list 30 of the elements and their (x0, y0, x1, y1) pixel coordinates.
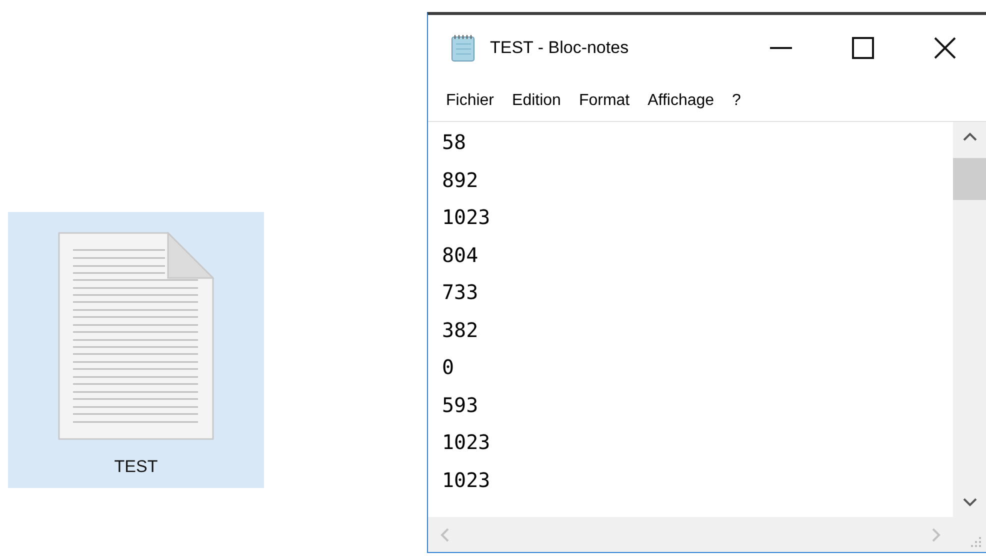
vertical-scrollbar[interactable] (953, 122, 986, 517)
text-line: 1023 (442, 204, 490, 231)
scroll-left-icon[interactable] (440, 528, 450, 542)
text-line: 1023 (442, 429, 490, 456)
scroll-thumb[interactable] (953, 158, 986, 200)
menu-item[interactable]: ? (724, 86, 749, 116)
scroll-up-icon[interactable] (962, 132, 976, 142)
menu-item[interactable]: Format (570, 86, 638, 116)
text-line: 892 (442, 166, 478, 194)
text-area[interactable]: 58 892 1023 804 733 382 0 593 1023 1023 (428, 122, 953, 517)
menu-item[interactable]: Affichage (640, 86, 722, 116)
file-name: TEST (114, 456, 158, 478)
close-icon (934, 37, 956, 59)
menu-item[interactable]: Fichier (438, 86, 502, 116)
size-grip-icon[interactable] (968, 534, 982, 548)
text-file-icon[interactable] (58, 232, 214, 440)
text-line: 804 (442, 242, 478, 268)
text-line: 593 (442, 392, 478, 418)
text-line: 382 (442, 316, 478, 344)
scroll-down-icon[interactable] (962, 497, 976, 507)
text-line: 58 (442, 129, 466, 156)
maximize-icon (852, 37, 874, 59)
menu-item[interactable]: Edition (504, 86, 569, 116)
horizontal-scrollbar[interactable] (428, 517, 953, 552)
text-line: 733 (442, 279, 478, 306)
text-line: 0 (442, 354, 454, 381)
minimize-icon (770, 47, 792, 49)
text-line: 1023 (442, 466, 490, 494)
scroll-right-icon[interactable] (931, 528, 941, 542)
window-title: TEST - Bloc-notes (490, 37, 629, 60)
